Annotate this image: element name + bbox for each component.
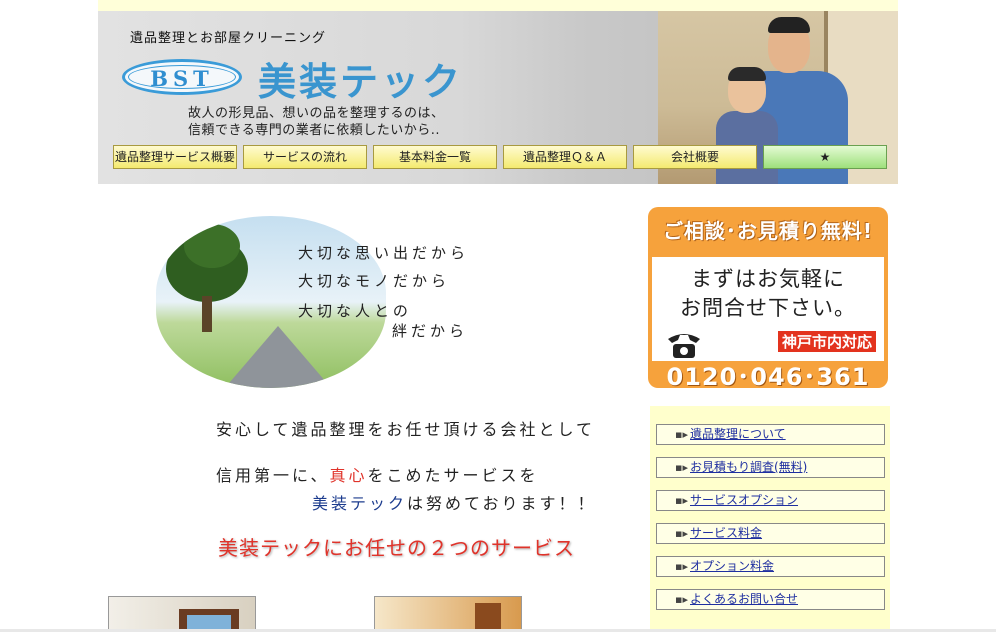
side-menu-link-option-fee[interactable]: オプション料金 bbox=[690, 557, 774, 576]
side-menu-item[interactable]: ▪▸ お見積もり調査(無料) bbox=[656, 457, 885, 478]
header-intro: 故人の形見品、想いの品を整理するのは、 信頼できる専門の業者に依頼したいから.. bbox=[188, 105, 445, 139]
poem-line-4: 絆だから bbox=[392, 322, 469, 340]
message-line-3-a: 美装テック bbox=[312, 494, 408, 513]
intro-line-1: 故人の形見品、想いの品を整理するのは、 bbox=[188, 106, 445, 121]
bst-logo[interactable]: BST bbox=[122, 59, 242, 95]
message-line-3: 美装テックは努めております！！ bbox=[312, 490, 597, 514]
site-header: 遺品整理とお部屋クリーニング BST 美装テック 故人の形見品、想いの品を整理す… bbox=[98, 11, 898, 184]
service-thumbnail-2[interactable] bbox=[374, 596, 522, 632]
bullet-icon: ▪▸ bbox=[675, 461, 688, 474]
cta-line-2: お問合せ下さい。 bbox=[680, 296, 856, 320]
nav-price-list[interactable]: 基本料金一覧 bbox=[373, 145, 497, 169]
message-line-2: 信用第一に、真心をこめたサービスを bbox=[216, 462, 539, 486]
poem-line-2: 大切なモノだから bbox=[298, 272, 451, 290]
phone-number[interactable]: 0120･046･361 bbox=[648, 357, 888, 388]
bullet-icon: ▪▸ bbox=[675, 560, 688, 573]
brand-name: 美装テック bbox=[258, 60, 464, 104]
services-heading: 美装テックにお任せの２つのサービス bbox=[218, 536, 575, 560]
intro-line-2: 信頼できる専門の業者に依頼したいから.. bbox=[188, 123, 441, 138]
thumb-furniture bbox=[475, 603, 501, 631]
message-line-2-b: 真心 bbox=[329, 466, 368, 485]
poem-line-1: 大切な思い出だから bbox=[298, 244, 470, 262]
message-line-2-c: をこめたサービスを bbox=[367, 466, 539, 485]
bullet-icon: ▪▸ bbox=[675, 527, 688, 540]
telephone-icon bbox=[668, 334, 700, 358]
side-menu-item[interactable]: ▪▸ オプション料金 bbox=[656, 556, 885, 577]
cta-panel: まずはお気軽に お問合せ下さい。 神戸市内対応 bbox=[652, 257, 884, 361]
cta-message: まずはお気軽に お問合せ下さい。 bbox=[652, 265, 884, 323]
service-area-badge: 神戸市内対応 bbox=[777, 331, 876, 352]
nav-faq[interactable]: 遺品整理Ｑ＆Ａ bbox=[503, 145, 627, 169]
poem-line-3: 大切な人との bbox=[298, 302, 412, 320]
photo-boy-hair bbox=[728, 67, 766, 81]
side-menu-link-faq[interactable]: よくあるお問い合せ bbox=[690, 590, 798, 609]
side-menu-link-options[interactable]: サービスオプション bbox=[690, 491, 798, 510]
top-strip bbox=[98, 0, 898, 11]
side-menu-link-about[interactable]: 遺品整理について bbox=[690, 425, 786, 444]
hero-road bbox=[218, 326, 338, 388]
bullet-icon: ▪▸ bbox=[675, 428, 688, 441]
nav-service-flow[interactable]: サービスの流れ bbox=[243, 145, 367, 169]
nav-star[interactable]: ★ bbox=[763, 145, 887, 169]
side-menu-item[interactable]: ▪▸ サービス料金 bbox=[656, 523, 885, 544]
cta-line-1: まずはお気軽に bbox=[691, 267, 845, 291]
logo-text: BST bbox=[150, 66, 214, 91]
side-menu-item[interactable]: ▪▸ 遺品整理について bbox=[656, 424, 885, 445]
side-menu: ▪▸ 遺品整理について ▪▸ お見積もり調査(無料) ▪▸ サービスオプション ▪▸ サ… bbox=[650, 406, 890, 632]
message-line-2-a: 信用第一に、 bbox=[216, 466, 330, 485]
bullet-icon: ▪▸ bbox=[675, 593, 688, 606]
side-menu-item[interactable]: ▪▸ よくあるお問い合せ bbox=[656, 589, 885, 610]
hero-tree-trunk bbox=[202, 296, 212, 332]
nav-service-overview[interactable]: 遺品整理サービス概要 bbox=[113, 145, 237, 169]
service-thumbnail-1[interactable] bbox=[108, 596, 256, 632]
cta-title: ご相談･お見積り無料! bbox=[662, 219, 874, 243]
side-menu-item[interactable]: ▪▸ サービスオプション bbox=[656, 490, 885, 511]
message-line-3-b: は努めております！！ bbox=[407, 494, 597, 513]
photo-man-hair bbox=[768, 17, 810, 33]
side-menu-link-service-fee[interactable]: サービス料金 bbox=[690, 524, 762, 543]
hero-tree-crown-top bbox=[184, 224, 240, 268]
site-tagline: 遺品整理とお部屋クリーニング bbox=[130, 31, 327, 46]
nav-company[interactable]: 会社概要 bbox=[633, 145, 757, 169]
contact-banner[interactable]: ご相談･お見積り無料! まずはお気軽に お問合せ下さい。 神戸市内対応 0120… bbox=[648, 207, 888, 388]
bullet-icon: ▪▸ bbox=[675, 494, 688, 507]
side-menu-link-estimate[interactable]: お見積もり調査(無料) bbox=[690, 458, 807, 477]
message-line-1: 安心して遺品整理をお任せ頂ける会社として bbox=[216, 420, 596, 439]
